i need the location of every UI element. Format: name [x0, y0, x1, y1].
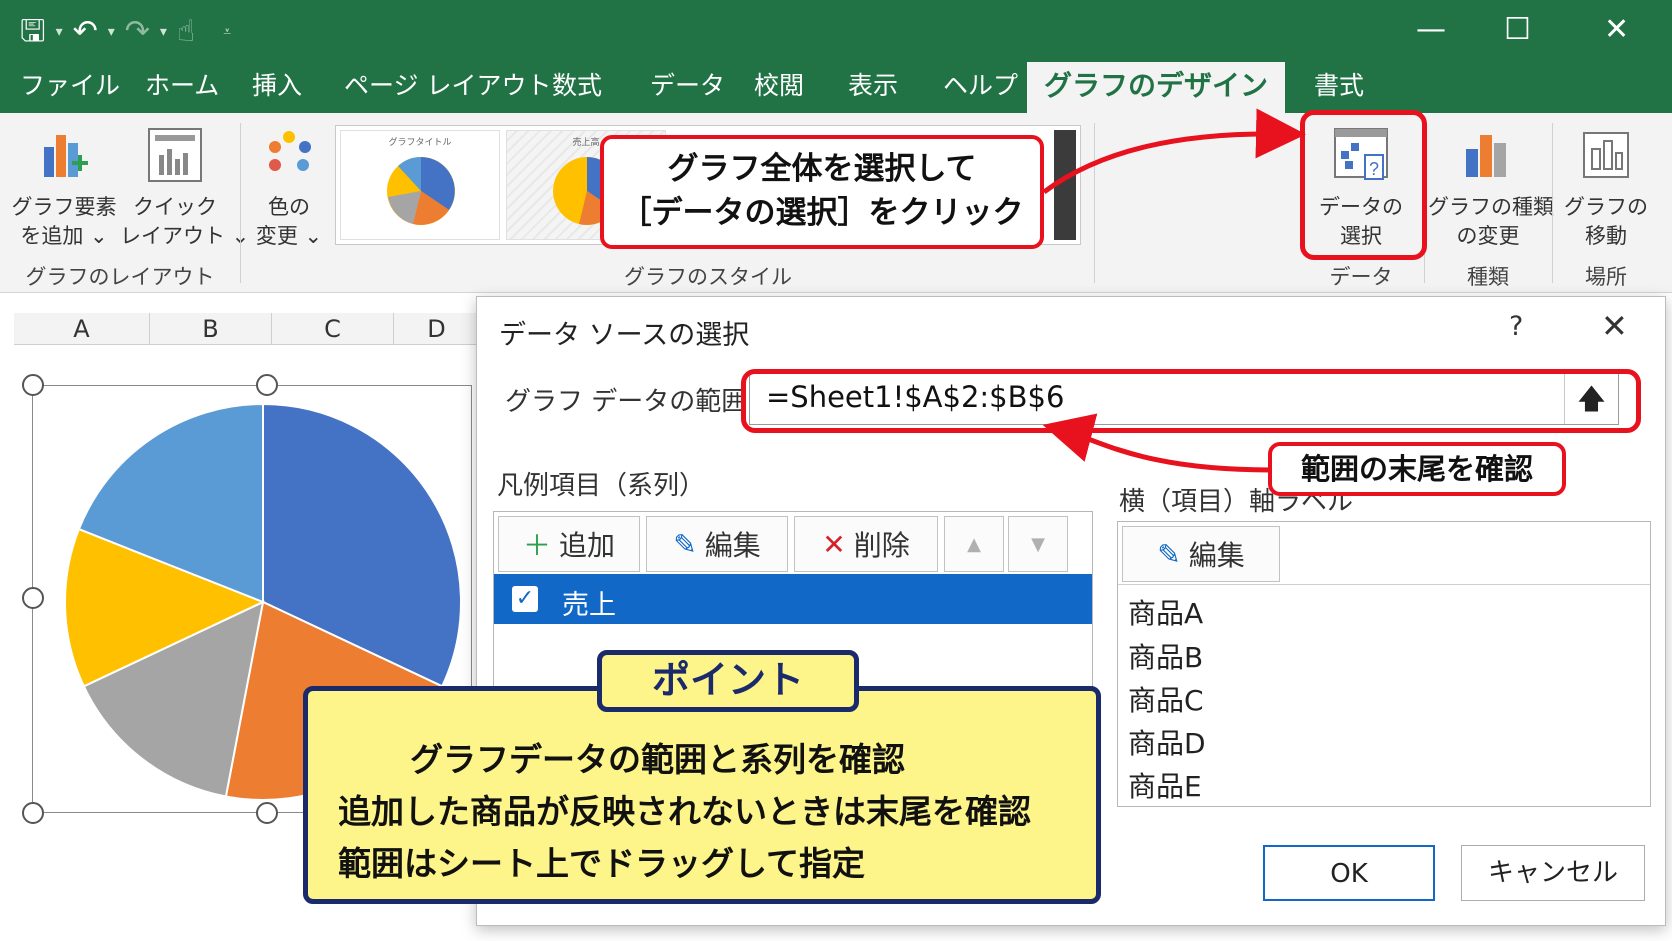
- delete-x-icon: ✕: [822, 527, 846, 561]
- ok-button[interactable]: OK: [1263, 845, 1435, 901]
- chevron-down-icon[interactable]: ▾: [108, 24, 115, 40]
- tab-view[interactable]: 表示: [848, 62, 898, 113]
- pencil-icon: ✎: [673, 527, 697, 561]
- chart-style-thumbnail[interactable]: グラフタイトル: [340, 130, 500, 240]
- triangle-down-icon: ▼: [1031, 533, 1045, 555]
- tab-home[interactable]: ホーム: [145, 62, 219, 113]
- tab-insert[interactable]: 挿入: [252, 62, 302, 113]
- ribbon-separator: [240, 123, 241, 283]
- group-label-location: 場所: [1585, 265, 1627, 289]
- help-button[interactable]: ?: [1509, 311, 1523, 342]
- tab-file[interactable]: ファイル: [20, 62, 120, 113]
- move-down-button[interactable]: ▼: [1008, 516, 1068, 572]
- highlight-range-field: [741, 369, 1641, 433]
- close-window-button[interactable]: ✕: [1604, 10, 1629, 50]
- tab-page-layout[interactable]: ページ レイアウト: [344, 62, 551, 113]
- resize-handle[interactable]: [22, 374, 44, 396]
- series-row[interactable]: ✓ 売上: [494, 574, 1092, 624]
- group-label-type: 種類: [1467, 265, 1509, 289]
- pencil-icon: ✎: [1157, 537, 1181, 571]
- list-item[interactable]: 商品E: [1128, 765, 1202, 805]
- change-chart-type-icon: [1466, 135, 1506, 177]
- resize-handle[interactable]: [22, 802, 44, 824]
- checkbox-checked-icon[interactable]: ✓: [512, 586, 538, 612]
- callout-range-end: 範囲の末尾を確認: [1268, 442, 1566, 496]
- gallery-scrollbar[interactable]: [1054, 130, 1076, 240]
- legend-entries-label: 凡例項目（系列）: [497, 471, 706, 501]
- list-item[interactable]: 商品C: [1128, 679, 1204, 719]
- add-series-button[interactable]: ＋ 追加: [498, 516, 640, 572]
- add-chart-element-icon: [44, 135, 88, 177]
- move-up-button[interactable]: ▲: [944, 516, 1004, 572]
- quick-access-toolbar: 🖫 ▾ ↶ ▾ ↷ ▾ ☝ ⩡: [20, 12, 231, 52]
- edit-axis-labels-button[interactable]: ✎ 編集: [1122, 526, 1280, 582]
- group-label-chart-styles: グラフのスタイル: [624, 265, 792, 289]
- tab-review[interactable]: 校閲: [754, 62, 804, 113]
- group-label-data: データ: [1329, 265, 1393, 289]
- tab-help[interactable]: ヘルプ: [943, 62, 1018, 113]
- quick-layout-button[interactable]: クイック レイアウト ⌄: [120, 125, 249, 251]
- axis-labels-panel: ✎ 編集 商品A 商品B 商品C 商品D 商品E: [1117, 521, 1651, 807]
- delete-series-button[interactable]: ✕ 削除: [794, 516, 938, 572]
- point-box: グラフデータの範囲と系列を確認 追加した商品が反映されないときは末尾を確認 範囲…: [303, 686, 1101, 904]
- resize-handle[interactable]: [22, 587, 44, 609]
- tab-data[interactable]: データ: [650, 62, 725, 113]
- group-label-chart-layouts: グラフのレイアウト: [25, 265, 215, 289]
- list-item[interactable]: 商品A: [1128, 592, 1203, 632]
- callout-select-data: グラフ全体を選択して ［データの選択］をクリック: [600, 135, 1044, 249]
- tab-format[interactable]: 書式: [1314, 62, 1364, 113]
- redo-icon[interactable]: ↷: [125, 12, 150, 52]
- quick-layout-icon: [148, 128, 202, 182]
- triangle-up-icon: ▲: [967, 533, 981, 555]
- chevron-down-icon[interactable]: ▾: [56, 24, 63, 40]
- minimize-button[interactable]: —: [1416, 10, 1446, 50]
- move-chart-button[interactable]: グラフの 移動: [1556, 125, 1656, 251]
- highlight-select-data: [1300, 110, 1427, 260]
- cancel-button[interactable]: キャンセル: [1461, 845, 1645, 901]
- save-icon[interactable]: 🖫: [20, 12, 46, 52]
- plus-icon: ＋: [522, 529, 551, 562]
- tab-formulas[interactable]: 数式: [552, 62, 602, 113]
- close-dialog-button[interactable]: ✕: [1601, 307, 1628, 345]
- maximize-button[interactable]: ☐: [1504, 10, 1531, 50]
- resize-handle[interactable]: [256, 802, 278, 824]
- ribbon-separator: [1094, 123, 1095, 283]
- list-item[interactable]: 商品B: [1128, 636, 1203, 676]
- column-header-d[interactable]: D: [394, 313, 480, 345]
- chevron-down-icon[interactable]: ▾: [160, 24, 167, 40]
- undo-icon[interactable]: ↶: [73, 12, 98, 52]
- point-tag: ポイント: [597, 650, 859, 712]
- palette-icon: [269, 131, 311, 171]
- panel-divider: [1118, 584, 1650, 585]
- column-header-a[interactable]: A: [14, 313, 150, 345]
- edit-series-button[interactable]: ✎ 編集: [646, 516, 788, 572]
- change-colors-button[interactable]: 色の 変更 ⌄: [248, 125, 330, 251]
- tab-chart-design[interactable]: グラフのデザイン: [1027, 62, 1285, 113]
- list-item[interactable]: 商品D: [1128, 722, 1206, 762]
- dialog-title: データ ソースの選択: [499, 320, 750, 351]
- ribbon-tabs: ファイル ホーム 挿入 ページ レイアウト 数式 データ 校閲 表示 ヘルプ グ…: [0, 62, 1672, 113]
- column-header-b[interactable]: B: [150, 313, 272, 345]
- chart-data-range-label: グラフ データの範囲:: [505, 387, 757, 417]
- title-bar: 🖫 ▾ ↶ ▾ ↷ ▾ ☝ ⩡ — ☐ ✕ ファイル ホーム 挿入 ページ レイ…: [0, 0, 1672, 113]
- change-chart-type-button[interactable]: グラフの種類 の変更: [1428, 125, 1554, 251]
- touch-mode-icon[interactable]: ☝: [177, 12, 195, 52]
- resize-handle[interactable]: [256, 374, 278, 396]
- column-header-c[interactable]: C: [272, 313, 394, 345]
- customize-qat-icon[interactable]: ⩡: [223, 24, 231, 40]
- move-chart-icon: [1583, 132, 1629, 178]
- ribbon-separator: [1552, 123, 1553, 283]
- add-chart-element-button[interactable]: グラフ要素 を追加 ⌄: [8, 125, 120, 251]
